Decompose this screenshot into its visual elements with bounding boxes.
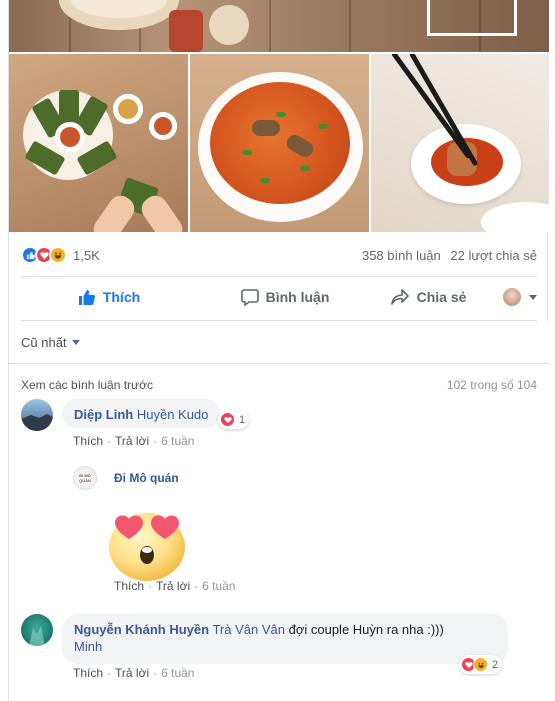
separator-dot: · [107, 434, 112, 448]
reaction-count[interactable]: 1,5K [73, 248, 100, 263]
reply-reply-link[interactable]: Trả lời [156, 579, 190, 593]
haha-reaction-icon [49, 246, 67, 264]
comment-reaction-pill[interactable]: 2 [459, 655, 503, 674]
comment-mention-link[interactable]: Minh [74, 639, 102, 654]
comment-author-link[interactable]: Nguyễn Khánh Huyền [74, 622, 209, 637]
herb [300, 166, 310, 171]
reply-meta: Thích · Trả lời · 6 tuần [114, 579, 235, 593]
separator-dot: · [148, 579, 153, 593]
glass [209, 5, 249, 45]
like-label: Thích [102, 289, 141, 305]
bowl [59, 0, 179, 30]
share-button[interactable]: Chia sẻ [373, 279, 483, 315]
comment-bubble: Nguyễn Khánh Huyền Trà Vân Vân đợi coupl… [62, 614, 508, 664]
sauce [60, 127, 80, 147]
share-count-link[interactable]: 22 lượt chia sẻ [450, 248, 537, 263]
divider [21, 276, 537, 277]
avatar[interactable] [21, 614, 53, 646]
page-logo-text: ĐI MÔ QUÁN [79, 473, 91, 483]
post-photo-grid [9, 54, 549, 232]
previous-comments-row: Xem các bình luận trước 102 trong số 104 [21, 378, 537, 392]
post-card: 1,5K 358 bình luận 22 lượt chia sẻ Thích… [8, 0, 549, 701]
haha-reaction-icon [473, 657, 488, 672]
separator-dot: · [194, 579, 199, 593]
wood-plank [269, 0, 271, 52]
comment-reply-link[interactable]: Trả lời [115, 666, 149, 680]
sauce [154, 117, 172, 135]
fish-piece [252, 120, 280, 136]
stat-links: 358 bình luận 22 lượt chia sẻ [362, 248, 537, 263]
post-photo-soup[interactable] [190, 54, 369, 232]
comment-label: Bình luận [265, 289, 330, 305]
avatar-image [29, 626, 45, 646]
comment-mention-link[interactable]: Huyền Kudo [137, 407, 209, 422]
wood-plank [349, 0, 351, 52]
sauce [118, 99, 138, 119]
like-button[interactable]: Thích [21, 279, 197, 315]
comment-pagination-count: 102 trong số 104 [446, 378, 537, 392]
soup [210, 82, 350, 204]
share-label: Chia sẻ [416, 289, 467, 305]
chevron-down-icon [71, 340, 80, 345]
user-avatar [503, 288, 521, 306]
post-photo-leaf-cakes[interactable] [9, 54, 188, 232]
herb [242, 150, 252, 155]
chevron-down-icon [529, 294, 537, 300]
post-photo-dipping[interactable] [371, 54, 549, 232]
comment-reaction-count: 2 [492, 658, 499, 671]
comment-text: đợi couple Huỳn ra nha :))) [288, 622, 444, 637]
herb [318, 124, 328, 129]
divider [9, 363, 549, 364]
comments-section: Cũ nhất Xem các bình luận trước 102 tron… [9, 321, 549, 701]
comment-like-link[interactable]: Thích [73, 434, 103, 448]
avatar-image [21, 414, 53, 431]
comment-icon [240, 289, 259, 306]
view-previous-comments-link[interactable]: Xem các bình luận trước [21, 378, 153, 392]
plate [481, 202, 549, 232]
reply-like-link[interactable]: Thích [114, 579, 144, 593]
identity-selector[interactable] [503, 288, 537, 306]
comment-meta: Thích · Trả lời · 6 tuần [73, 666, 194, 680]
comment-sort-dropdown[interactable]: Cũ nhất [21, 335, 80, 350]
love-reaction-icon [220, 412, 235, 427]
reply-author-link[interactable]: Đi Mô quán [114, 471, 179, 485]
comment-bubble: Diệp Linh Huyền Kudo [62, 399, 221, 428]
comment-reply-link[interactable]: Trả lời [115, 434, 149, 448]
thumbs-up-icon [78, 290, 95, 305]
separator-dot: · [107, 666, 112, 680]
comment-meta: Thích · Trả lời · 6 tuần [73, 434, 194, 448]
sauce-jar [169, 10, 203, 52]
comment-author-link[interactable]: Diệp Linh [74, 407, 133, 422]
herb [276, 112, 286, 117]
comment-mention-link[interactable]: Trà Vân Vân [212, 622, 285, 637]
separator-dot: · [153, 666, 158, 680]
comment-count-link[interactable]: 358 bình luận [362, 248, 441, 263]
comment-like-link[interactable]: Thích [73, 666, 103, 680]
post-action-bar: Thích Bình luận Chia sẻ [21, 279, 537, 315]
post-photo-top[interactable] [9, 0, 549, 52]
reply-avatar[interactable]: ĐI MÔ QUÁN [73, 466, 97, 490]
heart-eyes-sticker [105, 501, 189, 585]
avatar[interactable] [21, 399, 53, 431]
comment-reaction-pill[interactable]: 1 [218, 410, 250, 429]
comment-timestamp[interactable]: 6 tuần [161, 434, 194, 448]
reply-timestamp[interactable]: 6 tuần [202, 579, 235, 593]
post-stats: 1,5K 358 bình luận 22 lượt chia sẻ [21, 240, 537, 270]
comment-timestamp[interactable]: 6 tuần [161, 666, 194, 680]
separator-dot: · [153, 434, 158, 448]
reaction-summary[interactable]: 1,5K [21, 246, 100, 264]
photo-frame-border [427, 0, 517, 36]
share-icon [390, 289, 409, 305]
comment-reaction-count: 1 [239, 413, 246, 426]
herb [260, 178, 270, 183]
sort-label: Cũ nhất [21, 335, 67, 350]
comment-button[interactable]: Bình luận [197, 279, 373, 315]
